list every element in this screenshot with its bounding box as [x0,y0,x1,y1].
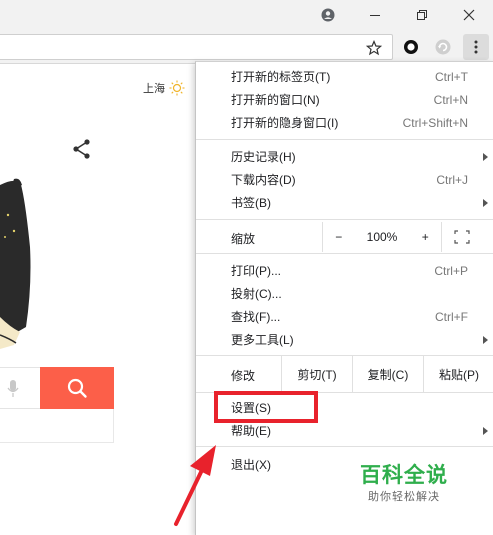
bookmark-star-icon[interactable] [363,39,385,57]
menu-item-label: 下载内容(D) [231,173,296,187]
menu-separator [196,446,493,447]
cut-button[interactable]: 剪切(T) [281,356,352,392]
share-icon[interactable] [70,137,94,161]
menu-item-label: 投射(C)... [231,287,282,301]
edit-row: 修改 剪切(T) 复制(C) 粘贴(P) [196,356,493,392]
browser-toolbar [0,30,493,64]
zoom-row: 缩放 − 100% + [196,222,493,252]
menu-item-label: 打开新的隐身窗口(I) [231,116,339,130]
menu-item-label: 打开新的标签页(T) [231,70,331,84]
search-icon [67,378,87,398]
menu-separator [196,139,493,140]
weather-widget[interactable]: 上海 [143,80,185,96]
profile-icon[interactable] [305,0,351,30]
menu-item-shortcut: Ctrl+T [435,69,468,84]
menu-item-label: 书签(B) [231,196,271,210]
menu-item-find[interactable]: 查找(F)... Ctrl+F [196,305,493,328]
menu-item-history[interactable]: 历史记录(H) [196,145,493,168]
menu-item-shortcut: Ctrl+F [435,309,468,324]
submenu-arrow-icon [483,426,488,435]
menu-item-shortcut: Ctrl+N [433,92,468,107]
watermark-subtitle: 助你轻松解决 [368,491,440,503]
sun-icon [169,80,185,96]
menu-item-downloads[interactable]: 下载内容(D) Ctrl+J [196,168,493,191]
address-bar[interactable] [0,34,393,60]
search-suggestion-panel [0,409,114,443]
menu-item-incognito[interactable]: 打开新的隐身窗口(I) Ctrl+Shift+N [196,111,493,134]
copy-button[interactable]: 复制(C) [352,356,423,392]
menu-item-label: 帮助(E) [231,424,271,438]
extension-refresh-icon[interactable] [432,36,454,58]
doodle-illustration [0,167,32,355]
minimize-icon[interactable] [352,0,398,30]
menu-item-cast[interactable]: 投射(C)... [196,282,493,305]
menu-item-shortcut: Ctrl+P [434,263,468,278]
close-icon[interactable] [446,0,492,30]
zoom-controls: − 100% + [322,222,442,252]
settings-highlight-box [214,391,318,423]
submenu-arrow-icon [483,198,488,207]
fullscreen-icon[interactable] [454,230,470,244]
menu-item-label: 打开新的窗口(N) [231,93,320,107]
menu-item-label: 打印(P)... [231,264,281,278]
zoom-level: 100% [366,230,398,244]
zoom-label: 缩放 [231,232,256,246]
menu-item-more-tools[interactable]: 更多工具(L) [196,328,493,351]
zoom-out-button[interactable]: − [335,230,342,244]
more-menu-icon[interactable] [463,34,489,60]
menu-item-shortcut: Ctrl+J [436,172,468,187]
menu-item-label: 历史记录(H) [231,150,296,164]
microphone-icon[interactable] [1,376,25,402]
menu-item-label: 更多工具(L) [231,333,294,347]
edit-label: 修改 [231,369,256,383]
restore-icon[interactable] [399,0,445,30]
menu-item-bookmarks[interactable]: 书签(B) [196,191,493,214]
zoom-in-button[interactable]: + [422,230,429,244]
submenu-arrow-icon [483,335,488,344]
menu-item-new-tab[interactable]: 打开新的标签页(T) Ctrl+T [196,65,493,88]
title-bar [0,0,493,30]
menu-item-label: 查找(F)... [231,310,281,324]
menu-item-label: 退出(X) [231,458,271,472]
red-arrow-annotation [174,445,216,526]
watermark-title: 百科全说 [360,464,448,487]
paste-button[interactable]: 粘贴(P) [423,356,493,392]
extension-ring-icon[interactable] [400,36,422,58]
menu-item-shortcut: Ctrl+Shift+N [402,115,468,130]
menu-item-new-window[interactable]: 打开新的窗口(N) Ctrl+N [196,88,493,111]
menu-separator [196,219,493,220]
menu-separator [196,253,493,254]
search-button[interactable] [40,367,114,409]
submenu-arrow-icon [483,152,488,161]
weather-city: 上海 [143,83,165,95]
watermark: 百科全说 助你轻松解决 [346,455,490,515]
menu-item-print[interactable]: 打印(P)... Ctrl+P [196,259,493,282]
